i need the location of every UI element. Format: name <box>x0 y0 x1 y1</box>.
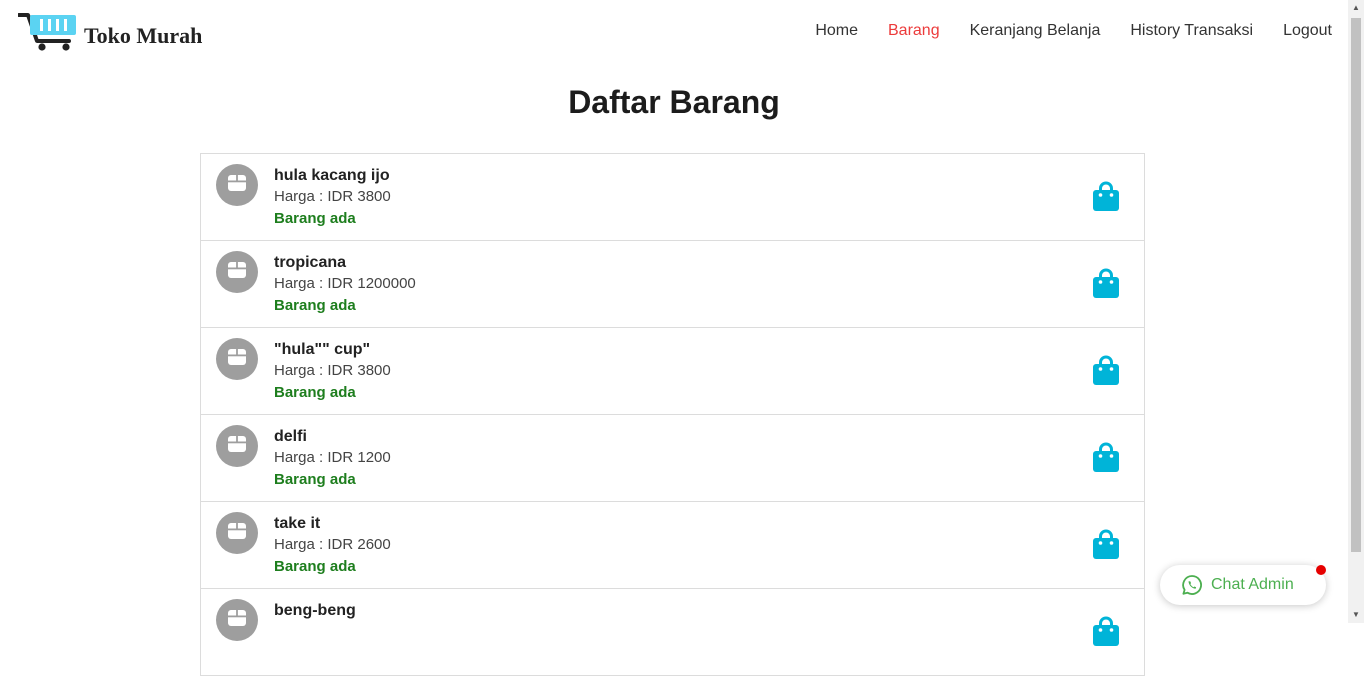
add-to-cart-button[interactable] <box>1092 528 1120 560</box>
add-to-cart-button[interactable] <box>1092 180 1120 212</box>
product-row: "hula"" cup" Harga : IDR 3800 Barang ada <box>201 328 1144 415</box>
navbar: Toko Murah Home Barang Keranjang Belanja… <box>0 0 1348 66</box>
nav-history-transaksi[interactable]: History Transaksi <box>1130 22 1253 40</box>
product-name: delfi <box>274 428 307 445</box>
product-row: delfi Harga : IDR 1200 Barang ada <box>201 415 1144 502</box>
chat-admin-button[interactable]: Chat Admin <box>1160 565 1326 605</box>
box-icon <box>227 522 247 545</box>
scroll-up-arrow-icon[interactable]: ▲ <box>1348 0 1364 16</box>
product-status: Barang ada <box>274 210 356 227</box>
shopping-bag-icon <box>1092 355 1120 390</box>
product-name: "hula"" cup" <box>274 341 371 358</box>
box-icon <box>227 174 247 197</box>
product-avatar <box>216 599 258 641</box>
scroll-down-arrow-icon[interactable]: ▼ <box>1348 607 1364 623</box>
product-price: Harga : IDR 3800 <box>274 188 391 205</box>
product-row: take it Harga : IDR 2600 Barang ada <box>201 502 1144 589</box>
vertical-scrollbar[interactable]: ▲ ▼ <box>1348 0 1364 623</box>
product-avatar <box>216 251 258 293</box>
box-icon <box>227 435 247 458</box>
whatsapp-icon <box>1181 574 1203 596</box>
product-status: Barang ada <box>274 471 356 488</box>
add-to-cart-button[interactable] <box>1092 615 1120 647</box>
add-to-cart-button[interactable] <box>1092 441 1120 473</box>
shopping-bag-icon <box>1092 181 1120 216</box>
box-icon <box>227 609 247 632</box>
product-avatar <box>216 512 258 554</box>
product-name: beng-beng <box>274 602 356 619</box>
add-to-cart-button[interactable] <box>1092 354 1120 386</box>
brand-name: Toko Murah <box>84 22 203 48</box>
product-price: Harga : IDR 3800 <box>274 362 391 379</box>
product-name: tropicana <box>274 254 347 271</box>
nav-barang[interactable]: Barang <box>888 22 940 40</box>
main-nav: Home Barang Keranjang Belanja History Tr… <box>815 22 1332 40</box>
box-icon <box>227 348 247 371</box>
product-row: beng-beng <box>201 589 1144 676</box>
product-row: tropicana Harga : IDR 1200000 Barang ada <box>201 241 1144 328</box>
page-title: Daftar Barang <box>568 84 780 120</box>
scrollbar-thumb[interactable] <box>1351 18 1361 552</box>
product-avatar <box>216 425 258 467</box>
shopping-bag-icon <box>1092 268 1120 303</box>
product-status: Barang ada <box>274 384 356 401</box>
product-price: Harga : IDR 1200000 <box>274 275 416 292</box>
product-list: hula kacang ijo Harga : IDR 3800 Barang … <box>200 153 1145 676</box>
product-price: Harga : IDR 2600 <box>274 536 391 553</box>
product-name: hula kacang ijo <box>274 167 390 184</box>
product-status: Barang ada <box>274 297 356 314</box>
product-avatar <box>216 164 258 206</box>
chat-admin-label: Chat Admin <box>1211 576 1294 593</box>
nav-logout[interactable]: Logout <box>1283 22 1332 40</box>
shopping-bag-icon <box>1092 442 1120 477</box>
notification-dot <box>1316 565 1326 575</box>
box-icon <box>227 261 247 284</box>
shopping-bag-icon <box>1092 616 1120 651</box>
product-price: Harga : IDR 1200 <box>274 449 391 466</box>
nav-keranjang-belanja[interactable]: Keranjang Belanja <box>970 22 1101 40</box>
shopping-bag-icon <box>1092 529 1120 564</box>
product-row: hula kacang ijo Harga : IDR 3800 Barang … <box>201 154 1144 241</box>
shopping-cart-logo-icon <box>17 12 76 57</box>
product-avatar <box>216 338 258 380</box>
product-status: Barang ada <box>274 558 356 575</box>
add-to-cart-button[interactable] <box>1092 267 1120 299</box>
nav-home[interactable]: Home <box>815 22 858 40</box>
product-name: take it <box>274 515 321 532</box>
brand[interactable]: Toko Murah <box>17 12 203 57</box>
